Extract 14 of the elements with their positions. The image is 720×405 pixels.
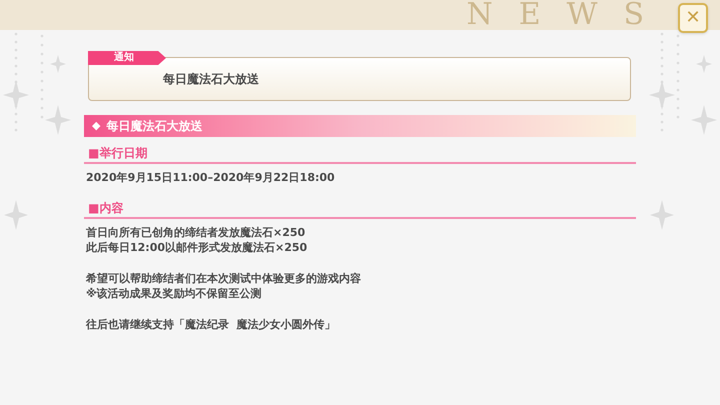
- subheading: ■举行日期: [84, 144, 636, 164]
- notice-tag: 通知: [88, 51, 166, 65]
- notice-title: 每日魔法石大放送: [163, 71, 259, 88]
- body-text: ※该活动成果及奖励均不保留至公测: [86, 286, 263, 301]
- subheading: ■内容: [84, 199, 636, 219]
- body-text: 此后每日12:00以邮件形式发放魔法石×250: [86, 240, 308, 255]
- body-text: 往后也请继续支持「魔法纪录 魔法少女小圆外传」: [86, 317, 337, 332]
- section-title: 每日魔法石大放送: [106, 118, 202, 135]
- news-watermark: NEWS: [466, 0, 670, 30]
- body-text: 2020年9月15日11:00–2020年9月22日18:00: [86, 170, 336, 185]
- diamond-icon: ◆: [92, 118, 100, 134]
- body-text: 首日向所有已创角的缔结者发放魔法石×250: [86, 225, 306, 240]
- body-text: 希望可以帮助缔结者们在本次测试中体验更多的游戏内容: [86, 271, 362, 286]
- close-button[interactable]: ✕: [678, 3, 708, 33]
